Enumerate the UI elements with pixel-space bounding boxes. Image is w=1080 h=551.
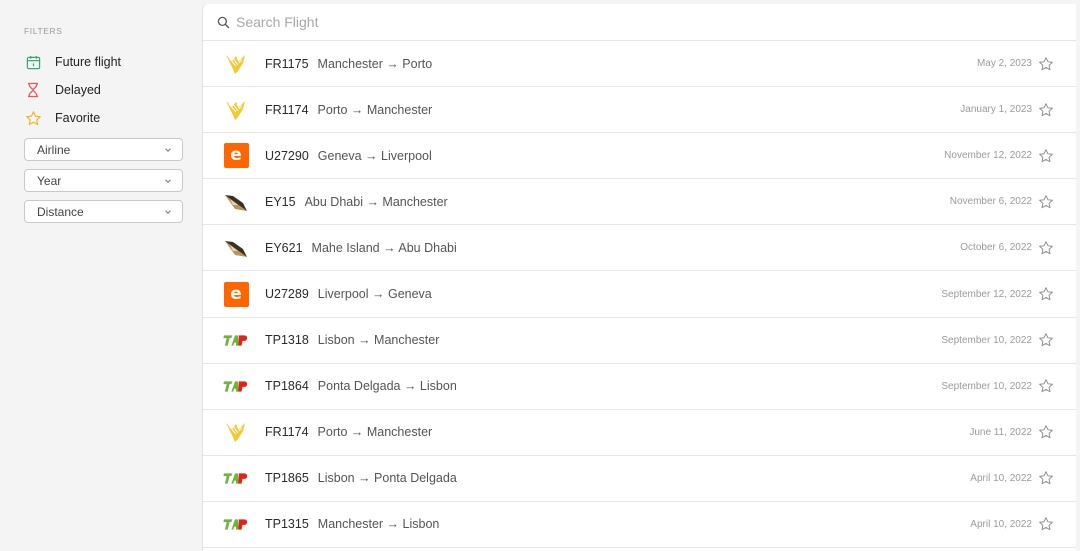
search-bar xyxy=(203,4,1076,41)
favorite-star-icon[interactable] xyxy=(1038,332,1054,348)
calendar-icon xyxy=(24,53,42,71)
flight-route: Liverpool → Geneva xyxy=(317,287,432,302)
filter-future-flight[interactable]: Future flight xyxy=(24,48,184,76)
flight-route: Porto → Manchester xyxy=(317,425,433,440)
select-label: Airline xyxy=(37,142,71,157)
flight-route: Porto → Manchester xyxy=(317,102,433,117)
ryanair-logo xyxy=(223,97,249,123)
flight-row[interactable]: TP1865 Lisbon → Ponta Delgada April 10, … xyxy=(203,456,1076,502)
favorite-star-icon[interactable] xyxy=(1038,194,1054,210)
select-label: Distance xyxy=(37,204,84,219)
etihad-logo xyxy=(223,189,249,215)
favorite-star-icon[interactable] xyxy=(1038,378,1054,394)
tap-logo xyxy=(223,511,249,537)
flight-date: October 6, 2022 xyxy=(960,242,1032,254)
flight-date: May 2, 2023 xyxy=(976,58,1032,70)
flight-route: Manchester → Lisbon xyxy=(317,517,440,532)
favorite-star-icon[interactable] xyxy=(1038,516,1054,532)
hourglass-icon xyxy=(24,81,42,99)
flight-route: Lisbon → Manchester xyxy=(317,333,440,348)
flight-code: FR1174 xyxy=(265,425,309,440)
flight-row[interactable]: FR1174 Porto → Manchester June 11, 2022 xyxy=(203,410,1076,456)
flight-route: Ponta Delgada → Lisbon xyxy=(317,379,457,394)
favorite-star-icon[interactable] xyxy=(1038,56,1054,72)
filter-delayed[interactable]: Delayed xyxy=(24,76,184,104)
flight-date: April 10, 2022 xyxy=(970,472,1032,484)
flight-list: FR1175 Manchester → Porto May 2, 2023 FR… xyxy=(203,41,1076,549)
flight-row[interactable]: TP1315 Manchester → Lisbon April 10, 202… xyxy=(203,502,1076,549)
ryanair-logo xyxy=(223,51,249,77)
filter-favorite[interactable]: Favorite xyxy=(24,104,184,132)
flight-date: September 10, 2022 xyxy=(941,380,1032,392)
distance-select[interactable]: Distance xyxy=(24,200,183,223)
flight-row[interactable]: EY621 Mahe Island → Abu Dhabi October 6,… xyxy=(203,225,1076,272)
year-select[interactable]: Year xyxy=(24,169,183,192)
easyjet-logo: e xyxy=(223,281,249,307)
flight-code: FR1175 xyxy=(265,56,309,71)
favorite-star-icon[interactable] xyxy=(1038,102,1054,118)
flight-row[interactable]: e U27290 Geneva → Liverpool November 12,… xyxy=(203,133,1076,180)
favorite-star-icon[interactable] xyxy=(1038,424,1054,440)
flight-code: EY15 xyxy=(265,194,296,209)
flight-route: Geneva → Liverpool xyxy=(317,148,432,163)
airline-select[interactable]: Airline xyxy=(24,138,183,161)
favorite-star-icon[interactable] xyxy=(1038,470,1054,486)
flight-date: November 12, 2022 xyxy=(944,150,1032,162)
flight-date: April 10, 2022 xyxy=(970,518,1032,530)
flight-date: September 10, 2022 xyxy=(941,334,1032,346)
flight-code: TP1318 xyxy=(265,333,309,348)
flight-route: Abu Dhabi → Manchester xyxy=(304,194,448,209)
ryanair-logo xyxy=(223,419,249,445)
flight-date: September 12, 2022 xyxy=(941,288,1032,300)
flight-route: Lisbon → Ponta Delgada xyxy=(317,471,457,486)
app: FILTERS Future flight Delayed Favorite A… xyxy=(0,0,1080,551)
tap-logo xyxy=(223,327,249,353)
favorite-star-icon[interactable] xyxy=(1038,286,1054,302)
flight-code: TP1865 xyxy=(265,471,309,486)
chevron-down-icon xyxy=(165,209,171,214)
chevron-down-icon xyxy=(165,178,171,183)
chevron-down-icon xyxy=(165,147,171,152)
flight-code: TP1864 xyxy=(265,379,309,394)
flight-date: June 11, 2022 xyxy=(969,426,1032,438)
filter-label: Future flight xyxy=(55,55,122,69)
easyjet-logo: e xyxy=(223,143,249,169)
flight-code: U27289 xyxy=(265,287,309,302)
flight-row[interactable]: FR1175 Manchester → Porto May 2, 2023 xyxy=(203,41,1076,88)
flight-code: TP1315 xyxy=(265,517,309,532)
flight-row[interactable]: FR1174 Porto → Manchester January 1, 202… xyxy=(203,87,1076,134)
flight-date: November 6, 2022 xyxy=(949,196,1032,208)
flight-row[interactable]: TP1864 Ponta Delgada → Lisbon September … xyxy=(203,364,1076,410)
search-icon xyxy=(217,16,230,28)
flight-code: U27290 xyxy=(265,148,309,163)
filters-title: FILTERS xyxy=(24,26,63,36)
flight-code: FR1174 xyxy=(265,102,309,117)
flight-row[interactable]: TP1318 Lisbon → Manchester September 10,… xyxy=(203,318,1076,364)
flight-list-panel: FR1175 Manchester → Porto May 2, 2023 FR… xyxy=(202,4,1076,551)
flight-code: EY621 xyxy=(265,240,303,255)
favorite-star-icon[interactable] xyxy=(1038,240,1054,256)
flight-route: Manchester → Porto xyxy=(317,56,433,71)
search-input[interactable] xyxy=(236,14,836,30)
flight-row[interactable]: e U27289 Liverpool → Geneva September 12… xyxy=(203,271,1076,318)
tap-logo xyxy=(223,465,249,491)
etihad-logo xyxy=(223,235,249,261)
flight-route: Mahe Island → Abu Dhabi xyxy=(311,240,457,255)
filter-label: Favorite xyxy=(55,111,101,125)
flight-row[interactable]: EY15 Abu Dhabi → Manchester November 6, … xyxy=(203,179,1076,226)
favorite-star-icon[interactable] xyxy=(1038,148,1054,164)
filter-label: Delayed xyxy=(55,83,101,97)
tap-logo xyxy=(223,373,249,399)
star-icon xyxy=(24,109,42,127)
sidebar: FILTERS Future flight Delayed Favorite A… xyxy=(0,0,202,551)
select-label: Year xyxy=(37,173,62,188)
flight-date: January 1, 2023 xyxy=(960,104,1032,116)
